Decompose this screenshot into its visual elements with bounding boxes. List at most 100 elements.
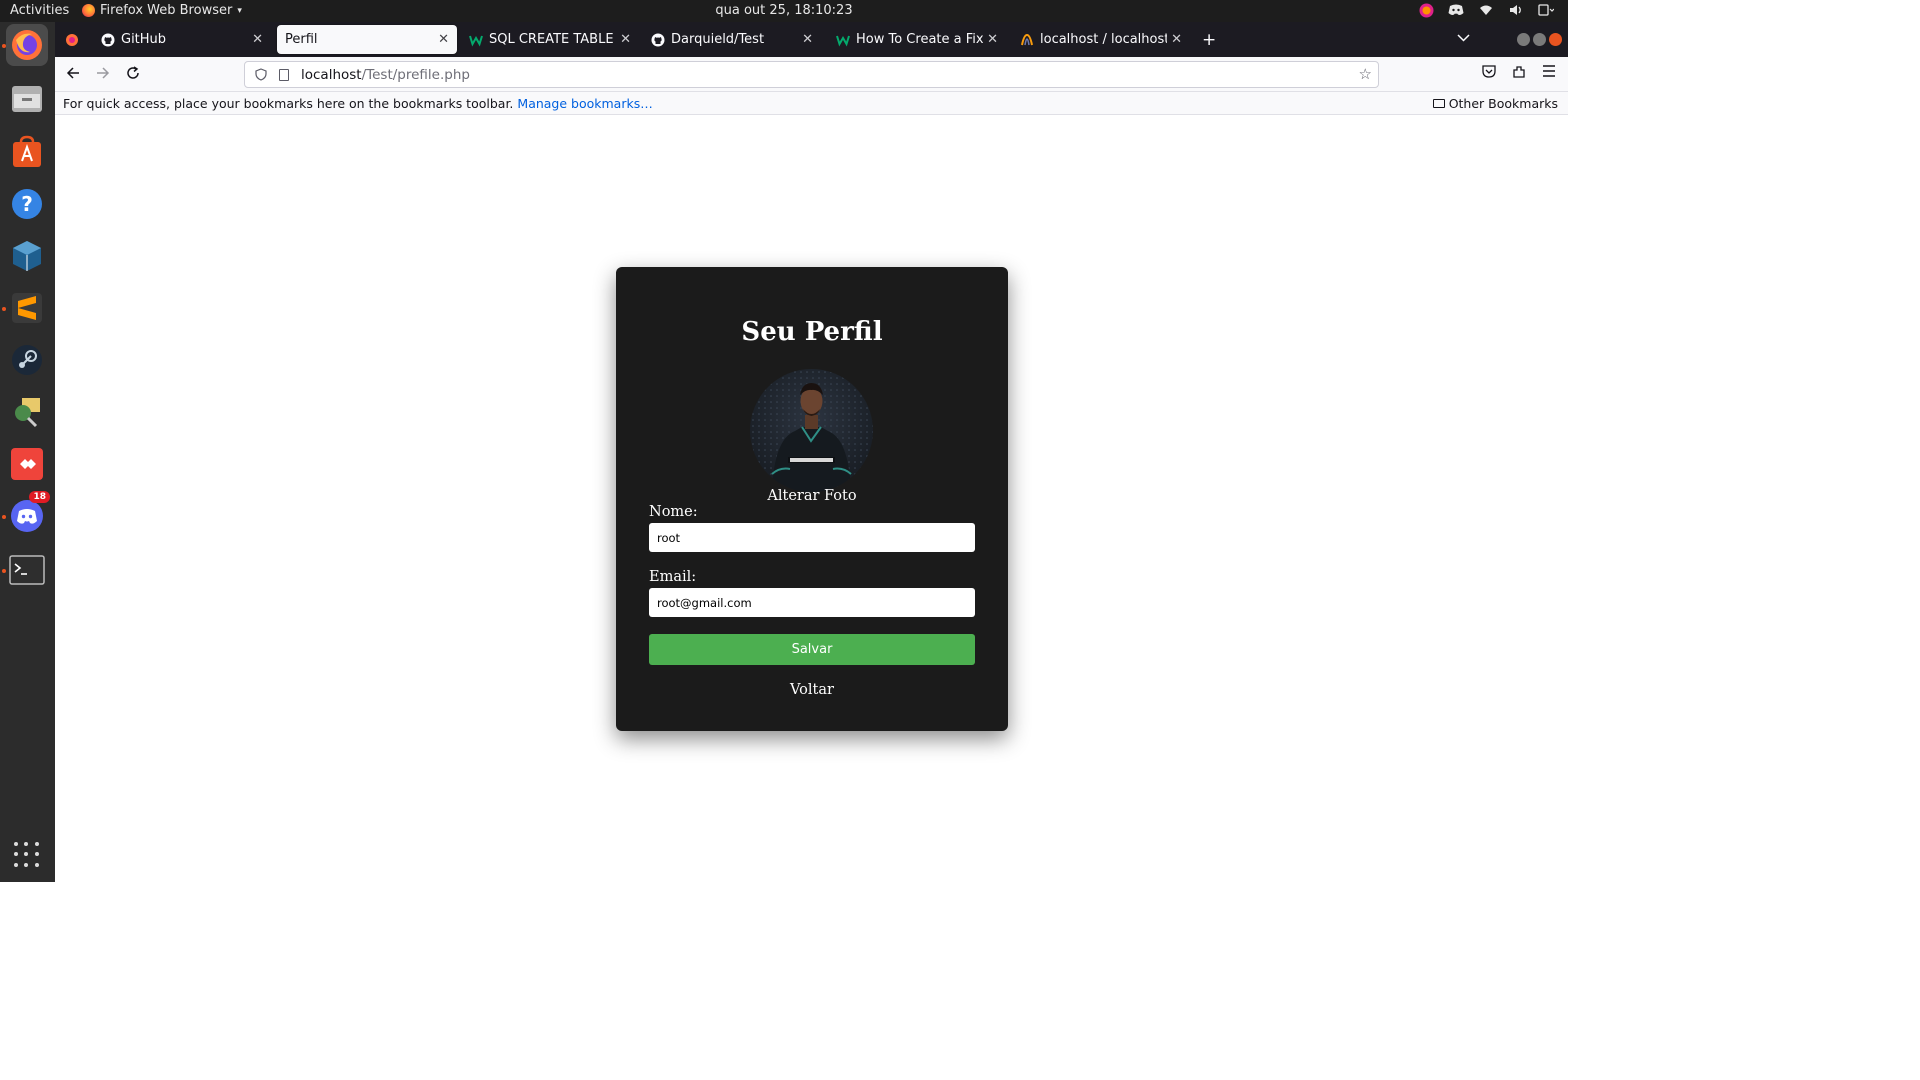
steam-icon xyxy=(12,345,42,375)
tab-github[interactable]: GitHub ✕ xyxy=(93,25,271,54)
dock-files[interactable] xyxy=(6,78,48,120)
avatar[interactable] xyxy=(750,369,873,492)
page-title: Seu Perfil xyxy=(741,317,883,347)
arrow-left-icon xyxy=(66,67,79,79)
show-applications-button[interactable] xyxy=(14,842,40,868)
page-icon[interactable] xyxy=(279,68,289,81)
forward-button[interactable] xyxy=(96,66,110,84)
shield-icon[interactable] xyxy=(255,68,267,81)
github-icon xyxy=(101,33,115,47)
new-tab-button[interactable]: + xyxy=(1202,30,1216,50)
running-indicator xyxy=(2,569,6,573)
dock-virtualbox[interactable] xyxy=(6,235,48,277)
system-top-bar: Activities Firefox Web Browser ▾ qua out… xyxy=(0,0,1568,22)
discord-tray-icon[interactable] xyxy=(1448,2,1464,18)
manage-bookmarks-link[interactable]: Manage bookmarks… xyxy=(517,96,652,111)
dock-discord[interactable]: 18 xyxy=(6,491,50,537)
system-tray[interactable] xyxy=(1418,2,1554,18)
tab-perfil[interactable]: Perfil ✕ xyxy=(277,25,457,54)
dock-firefox[interactable] xyxy=(6,24,48,66)
firefox-icon xyxy=(12,30,42,60)
close-tab-icon[interactable]: ✕ xyxy=(802,32,813,47)
menu-icon[interactable] xyxy=(1542,65,1556,81)
close-tab-icon[interactable]: ✕ xyxy=(438,32,449,47)
tab-label: Darquield/Test xyxy=(671,32,765,47)
volume-icon[interactable] xyxy=(1508,2,1524,18)
bookmarks-hint: For quick access, place your bookmarks h… xyxy=(63,96,653,111)
tab-sql-create-table[interactable]: SQL CREATE TABLE State ✕ xyxy=(461,25,639,54)
tab-fixed-footer[interactable]: How To Create a Fixed Fo ✕ xyxy=(828,25,1006,54)
tab-label: GitHub xyxy=(121,32,167,47)
phpmyadmin-icon xyxy=(1020,33,1034,47)
name-label: Nome: xyxy=(649,504,698,520)
back-button[interactable] xyxy=(66,66,80,84)
tab-label: How To Create a Fixed Fo xyxy=(856,32,984,47)
virtualbox-icon xyxy=(13,241,41,271)
battery-menu-icon[interactable] xyxy=(1538,2,1554,18)
dock-steam[interactable] xyxy=(6,339,48,381)
page-content: Seu Perfil Alterar Foto Nome: root Email… xyxy=(55,115,1568,882)
extensions-icon[interactable] xyxy=(1512,65,1526,83)
back-link[interactable]: Voltar xyxy=(616,682,1008,698)
list-all-tabs-icon[interactable] xyxy=(1457,31,1470,45)
tab-phpmyadmin[interactable]: localhost / localhost / wa ✕ xyxy=(1012,25,1190,54)
name-input[interactable] xyxy=(649,523,975,552)
bookmarks-hint-text: For quick access, place your bookmarks h… xyxy=(63,96,514,111)
firefox-view-button[interactable] xyxy=(59,25,85,54)
github-icon xyxy=(651,33,665,47)
dock-app-center[interactable] xyxy=(6,131,48,173)
tab-strip: GitHub ✕ Perfil ✕ SQL CREATE TABLE State… xyxy=(55,22,1568,57)
bookmark-star-icon[interactable]: ☆ xyxy=(1359,65,1372,83)
dock-help[interactable]: ? xyxy=(6,183,48,225)
discord-icon xyxy=(11,500,43,532)
browser-window: GitHub ✕ Perfil ✕ SQL CREATE TABLE State… xyxy=(55,22,1568,882)
close-tab-icon[interactable]: ✕ xyxy=(1171,32,1182,47)
svg-text:?: ? xyxy=(21,192,33,216)
reload-button[interactable] xyxy=(126,66,140,84)
sublime-text-icon xyxy=(12,293,42,323)
terminal-icon xyxy=(9,555,45,585)
window-controls xyxy=(1517,33,1562,46)
firefox-tray-icon[interactable] xyxy=(1418,2,1434,18)
wifi-icon[interactable] xyxy=(1478,2,1494,18)
w3schools-icon xyxy=(469,33,483,47)
network-tool-icon xyxy=(15,398,40,428)
dock-terminal[interactable] xyxy=(6,549,48,591)
close-tab-icon[interactable]: ✕ xyxy=(987,32,998,47)
reload-icon xyxy=(127,66,139,79)
tab-darquield-test[interactable]: Darquield/Test ✕ xyxy=(643,25,821,54)
anydesk-icon xyxy=(11,448,43,480)
w3schools-icon xyxy=(836,33,850,47)
dock-network-tool[interactable] xyxy=(6,391,48,433)
close-window-button[interactable] xyxy=(1549,33,1562,46)
url-host: localhost xyxy=(301,66,362,83)
dock: ? 18 xyxy=(0,22,55,882)
minimize-button[interactable] xyxy=(1517,33,1530,46)
url-text[interactable]: localhost/Test/prefile.php xyxy=(301,67,470,83)
tab-label: localhost / localhost / wa xyxy=(1040,32,1168,47)
running-indicator xyxy=(2,307,6,311)
profile-card: Seu Perfil Alterar Foto Nome: root Email… xyxy=(616,267,1008,731)
bookmarks-toolbar: For quick access, place your bookmarks h… xyxy=(55,92,1568,115)
close-tab-icon[interactable]: ✕ xyxy=(252,32,263,47)
change-photo-button[interactable]: Alterar Foto xyxy=(616,488,1008,504)
pocket-icon[interactable] xyxy=(1482,65,1496,82)
close-tab-icon[interactable]: ✕ xyxy=(620,32,631,47)
running-indicator xyxy=(2,515,6,519)
nav-bar: localhost/Test/prefile.php ☆ xyxy=(55,57,1568,92)
dock-anydesk[interactable] xyxy=(6,443,48,485)
tab-label: SQL CREATE TABLE State xyxy=(489,32,616,47)
discord-badge: 18 xyxy=(29,491,50,503)
dock-sublime-text[interactable] xyxy=(6,287,48,329)
running-indicator xyxy=(2,44,6,48)
other-bookmarks-label: Other Bookmarks xyxy=(1448,96,1558,111)
files-icon xyxy=(12,86,42,112)
url-bar[interactable]: localhost/Test/prefile.php ☆ xyxy=(244,61,1379,88)
save-button[interactable]: Salvar xyxy=(649,634,975,665)
maximize-button[interactable] xyxy=(1533,33,1546,46)
firefox-view-icon xyxy=(66,33,78,46)
clock[interactable]: qua out 25, 18:10:23 xyxy=(0,3,1568,18)
tab-label: Perfil xyxy=(285,32,318,47)
other-bookmarks-button[interactable]: Other Bookmarks xyxy=(1432,96,1558,111)
email-input[interactable] xyxy=(649,588,975,617)
